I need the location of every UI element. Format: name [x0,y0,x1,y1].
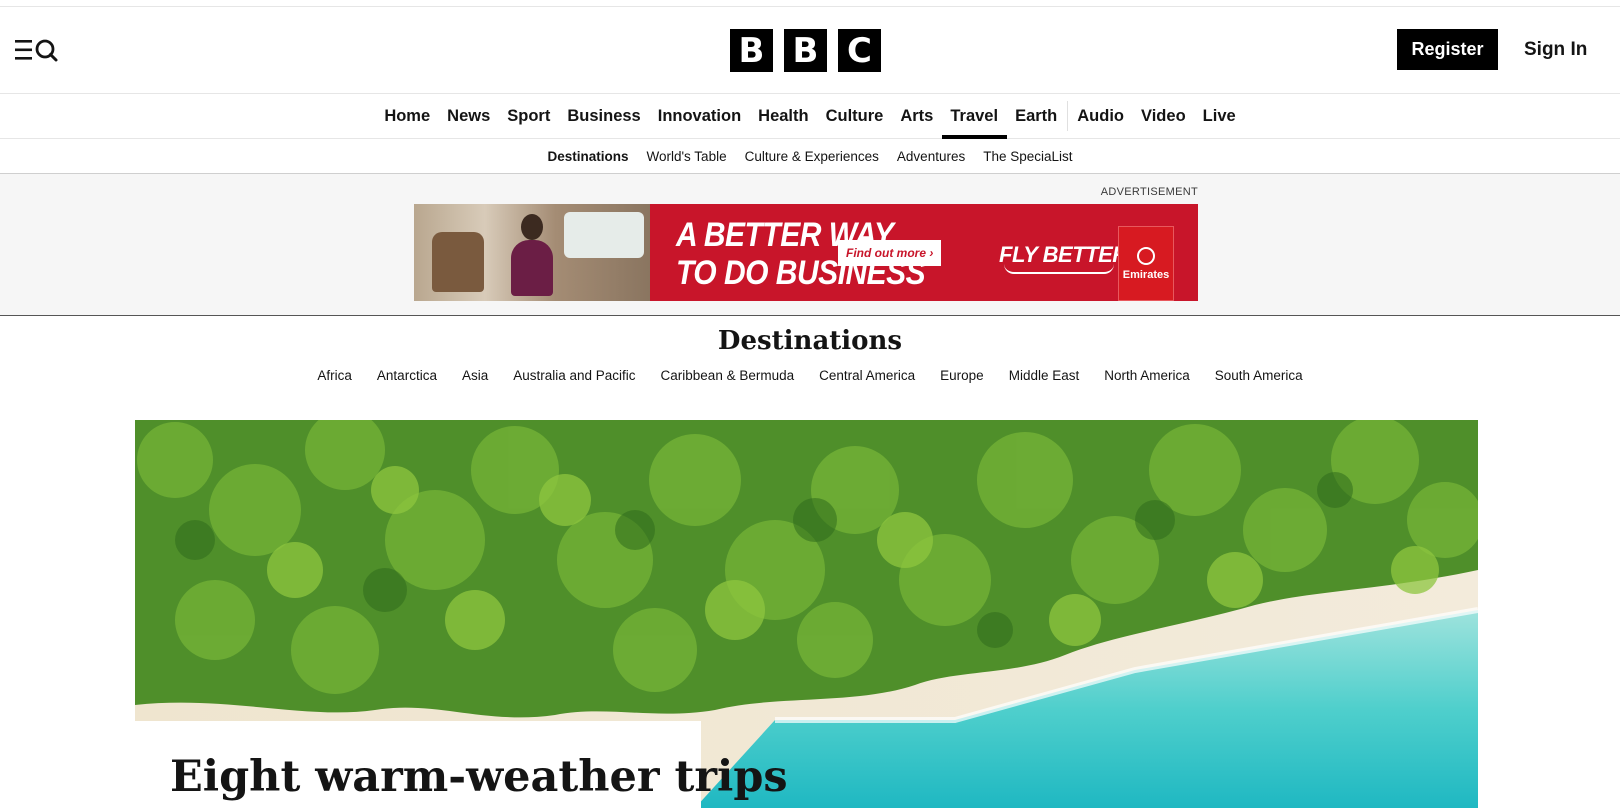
nav-item-travel[interactable]: Travel [941,94,1007,139]
advertisement-label: ADVERTISEMENT [1100,186,1198,198]
travel-sub-nav: Destinations World's Table Culture & Exp… [0,139,1620,174]
hero-headline[interactable]: Eight warm-weather trips [170,751,788,803]
logo-letter-b1: B [730,29,773,72]
bbc-logo[interactable]: B B C [730,29,881,72]
ad-passenger-body [511,240,553,296]
nav-item-home[interactable]: Home [376,94,439,139]
nav-item-sport[interactable]: Sport [499,94,559,139]
nav-item-health[interactable]: Health [750,94,817,139]
nav-item-business[interactable]: Business [559,94,649,139]
nav-item-video[interactable]: Video [1133,94,1195,139]
region-north-america[interactable]: North America [1104,368,1190,383]
subnav-item-worlds-table[interactable]: World's Table [646,149,726,164]
nav-item-culture[interactable]: Culture [817,94,892,139]
region-south-america[interactable]: South America [1215,368,1303,383]
ad-passenger-head [521,214,543,240]
ad-car-seat [432,232,484,292]
region-europe[interactable]: Europe [940,368,984,383]
register-button[interactable]: Register [1397,29,1498,70]
nav-item-news[interactable]: News [439,94,499,139]
ad-banner[interactable]: A BETTER WAY TO DO BUSINESS Find out mor… [414,204,1198,301]
nav-item-earth[interactable]: Earth [1007,94,1066,139]
ad-photo [414,204,650,301]
advertisement-band: ADVERTISEMENT A BETTER WAY TO DO BUSINES… [0,174,1620,316]
region-australia-and-pacific[interactable]: Australia and Pacific [513,368,635,383]
subnav-item-adventures[interactable]: Adventures [897,149,965,164]
emirates-logo: Emirates [1118,226,1174,301]
region-caribbean-bermuda[interactable]: Caribbean & Bermuda [661,368,795,383]
headline-card: Eight warm-weather trips [135,721,788,808]
section-title: Destinations [717,326,903,356]
region-central-america[interactable]: Central America [819,368,915,383]
logo-letter-c: C [838,29,881,72]
nav-item-arts[interactable]: Arts [892,94,942,139]
nav-item-audio[interactable]: Audio [1069,94,1133,139]
nav-divider [1066,101,1068,131]
ad-passenger [509,214,555,296]
region-asia[interactable]: Asia [462,368,488,383]
region-nav: Africa Antarctica Asia Australia and Pac… [0,368,1620,383]
subnav-item-culture-experiences[interactable]: Culture & Experiences [745,149,879,164]
region-middle-east[interactable]: Middle East [1009,368,1080,383]
subnav-item-destinations[interactable]: Destinations [547,149,628,164]
region-africa[interactable]: Africa [317,368,352,383]
masthead: B B C Register Sign In [0,6,1620,94]
ad-find-out-more-button[interactable]: Find out more › [838,240,942,266]
logo-letter-b2: B [784,29,827,72]
ad-car-window [564,212,644,258]
emirates-logo-text: Emirates [1122,268,1170,281]
emirates-emblem-icon [1137,246,1155,265]
sign-in-button[interactable]: Sign In [1524,29,1587,70]
ad-swoosh [1004,264,1114,274]
subnav-item-the-specialist[interactable]: The SpeciaList [983,149,1072,164]
primary-nav: Home News Sport Business Innovation Heal… [0,94,1620,139]
region-antarctica[interactable]: Antarctica [377,368,437,383]
menu-search-icon[interactable] [15,37,59,63]
nav-item-live[interactable]: Live [1194,94,1244,139]
nav-item-innovation[interactable]: Innovation [649,94,749,139]
